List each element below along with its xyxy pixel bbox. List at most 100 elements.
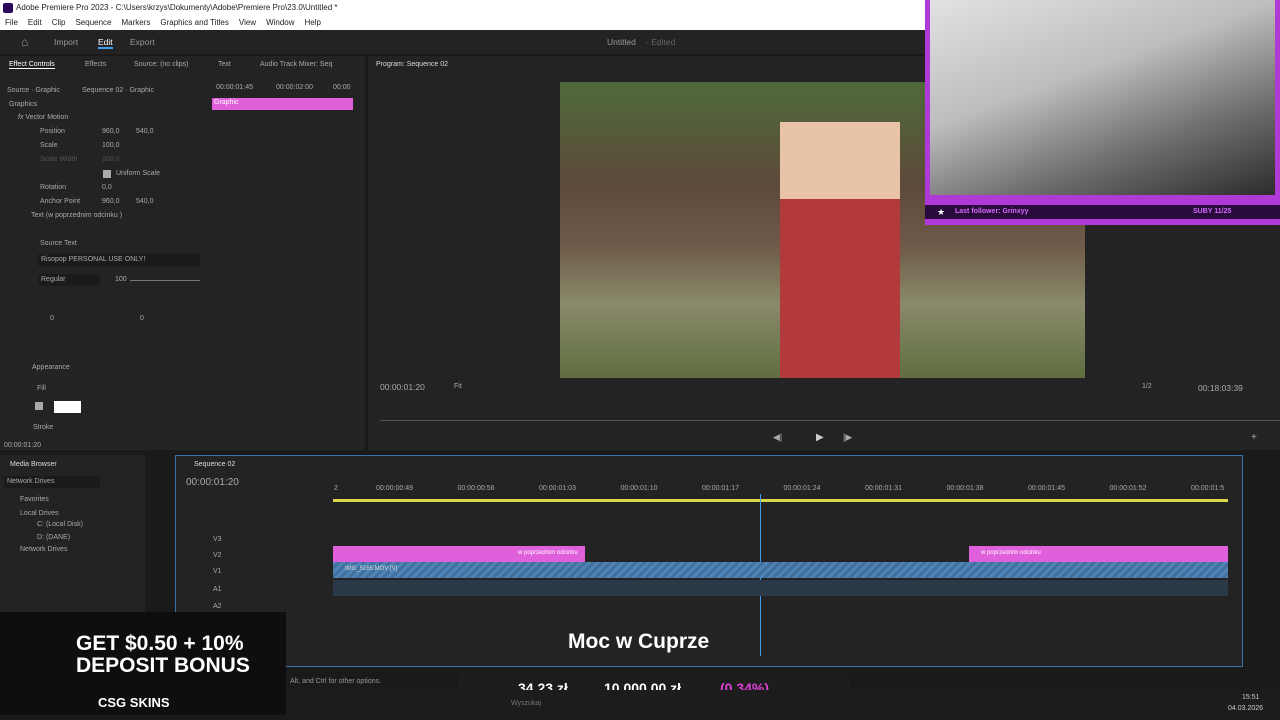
menu-file[interactable]: File xyxy=(5,16,18,30)
ec-graphic-clip[interactable]: Graphic xyxy=(212,98,353,110)
font-style-select[interactable]: Regular xyxy=(38,274,100,286)
ruler-tick: 00:00:01:31 xyxy=(865,485,902,492)
track-v2: V2 xyxy=(213,552,222,559)
ruler-tick: 00:00:01:03 xyxy=(539,485,576,492)
fill-label: Fill xyxy=(37,385,46,392)
ec-time-1: 00:00:01:45 xyxy=(216,84,253,91)
scale-value[interactable]: 100,0 xyxy=(102,142,120,149)
taskbar-time: 15:51 xyxy=(1242,694,1260,701)
time-ruler[interactable]: 00:00:00:49 00:00:00:56 00:00:01:03 00:00:0… xyxy=(376,485,1236,495)
kerning-value[interactable]: 0 xyxy=(50,315,54,322)
position-x[interactable]: 960,0 xyxy=(102,128,120,135)
ruler-tick: 00:00:01:17 xyxy=(702,485,739,492)
ad-line-2: DEPOSIT BONUS xyxy=(76,654,250,677)
track-a2: A2 xyxy=(213,603,222,610)
menu-sequence[interactable]: Sequence xyxy=(75,16,111,30)
position-y[interactable]: 540,0 xyxy=(136,128,154,135)
webcam-feed xyxy=(930,0,1275,195)
ruler-tick: 00:00:01:38 xyxy=(946,485,984,492)
media-item-local[interactable]: Local Drives xyxy=(20,510,59,517)
resolution-select[interactable]: 1/2 xyxy=(1142,383,1152,390)
home-icon[interactable]: ⌂ xyxy=(21,35,28,49)
caption-text: Moc w Cuprze xyxy=(568,630,710,653)
drive-select[interactable]: Network Drives xyxy=(4,476,100,488)
tab-text[interactable]: Text xyxy=(218,61,231,68)
menu-window[interactable]: Window xyxy=(266,16,294,30)
source-text-label: Source Text xyxy=(40,240,77,247)
position-label: Position xyxy=(40,128,65,135)
uniform-scale-checkbox[interactable] xyxy=(103,170,111,178)
timeline-title[interactable]: Sequence 02 xyxy=(194,461,235,468)
subs-count: SUBY 11/25 xyxy=(1193,208,1232,215)
menu-clip[interactable]: Clip xyxy=(52,16,66,30)
font-size-slider[interactable] xyxy=(130,280,200,281)
webcam-overlay: ★ Last follower: Grinxyy SUBY 11/25 xyxy=(925,0,1280,225)
menu-markers[interactable]: Markers xyxy=(122,16,151,30)
premiere-logo-icon xyxy=(3,3,13,13)
workspace-bar: ⌂ Import Edit Export Untitled - Edited xyxy=(0,30,925,54)
taskbar-date: 04.03.2026 xyxy=(1228,705,1264,712)
step-back-icon[interactable]: ◀| xyxy=(773,432,782,443)
timeline-timecode[interactable]: 00:00:01:20 xyxy=(186,477,239,488)
tab-import[interactable]: Import xyxy=(54,37,78,47)
play-icon[interactable]: ▶ xyxy=(816,432,824,443)
rotation-label: Rotation xyxy=(40,184,67,191)
ad-brand: CSG SKINS xyxy=(98,695,170,710)
menu-graphics[interactable]: Graphics and Titles xyxy=(160,16,228,30)
ruler-tick: 00:00:01:5 xyxy=(1191,485,1225,492)
star-icon: ★ xyxy=(937,207,946,217)
ruler-tick: 00:00:01:24 xyxy=(783,485,821,492)
media-item-favorites[interactable]: Favorites xyxy=(20,496,49,503)
graphics-section: Graphics xyxy=(9,101,38,108)
tab-media-browser[interactable]: Media Browser xyxy=(10,461,57,468)
program-timecode[interactable]: 00:00:01:20 xyxy=(380,382,425,392)
scale-label: Scale xyxy=(40,142,58,149)
tab-effects[interactable]: Effects xyxy=(85,61,106,68)
work-area-bar[interactable] xyxy=(333,499,1228,502)
font-select[interactable]: Risopop PERSONAL USE ONLY! xyxy=(38,254,200,266)
taskbar-search[interactable]: Wyszukaj xyxy=(511,700,541,707)
tab-source[interactable]: Source: (no clips) xyxy=(134,61,188,68)
taskbar: Wyszukaj 15:51 04.03.2026 xyxy=(286,690,1280,720)
stream-bar: ★ Last follower: Grinxyy SUBY 11/25 xyxy=(925,205,1280,219)
media-item-d[interactable]: D: (DANE) xyxy=(37,534,70,541)
tab-audio-mixer[interactable]: Audio Track Mixer: Seq xyxy=(260,61,332,68)
scale-width-label: Scale Width xyxy=(40,156,78,163)
menu-edit[interactable]: Edit xyxy=(28,16,42,30)
fill-checkbox[interactable] xyxy=(35,402,43,410)
sequence-label[interactable]: Sequence 02 · Graphic xyxy=(82,87,154,94)
fit-select[interactable]: Fit xyxy=(454,383,462,390)
media-item-c[interactable]: C: (Local Disk) xyxy=(37,521,83,528)
ruler-tick: 00:00:01:10 xyxy=(620,485,658,492)
font-size-value[interactable]: 100 xyxy=(115,276,127,283)
tracking-value[interactable]: 0 xyxy=(140,315,144,322)
rotation-value[interactable]: 0,0 xyxy=(102,184,112,191)
project-status: - Edited xyxy=(646,37,676,47)
audio-clip-a1[interactable] xyxy=(333,580,1228,596)
last-follower: Last follower: Grinxyy xyxy=(955,208,1029,215)
ad-line-1: GET $0.50 + 10% xyxy=(76,632,244,655)
add-button-icon[interactable]: + xyxy=(1251,432,1257,443)
ruler-tick: 00:00:00:49 xyxy=(376,485,413,492)
fill-color-swatch[interactable] xyxy=(54,401,81,413)
menu-view[interactable]: View xyxy=(239,16,256,30)
program-title[interactable]: Program: Sequence 02 xyxy=(376,61,448,68)
anchor-label: Anchor Point xyxy=(40,198,81,205)
text-layer-label: Text (w poprzednim odcinku ) xyxy=(31,212,123,219)
anchor-x[interactable]: 960,0 xyxy=(102,198,120,205)
graphic-clip-b[interactable]: w poprzednim odcinku xyxy=(969,546,1228,562)
tab-edit[interactable]: Edit xyxy=(98,37,113,49)
ec-time-3: 00:00 xyxy=(333,84,351,91)
step-forward-icon[interactable]: |▶ xyxy=(843,432,852,443)
media-item-network[interactable]: Network Drives xyxy=(20,546,67,553)
anchor-y[interactable]: 540,0 xyxy=(136,198,154,205)
program-scrubber[interactable] xyxy=(380,420,1280,421)
graphic-clip-a[interactable]: w poprzednim odcinku xyxy=(333,546,585,562)
ruler-tick: 00:00:00:56 xyxy=(457,485,495,492)
menu-help[interactable]: Help xyxy=(305,16,321,30)
uniform-scale-label: Uniform Scale xyxy=(116,170,160,177)
tab-effect-controls[interactable]: Effect Controls xyxy=(9,61,55,69)
ec-timecode[interactable]: 00:00:01:20 xyxy=(4,442,41,449)
video-clip-v1[interactable]: IMG_5165.MOV [V] xyxy=(333,562,1228,578)
tab-export[interactable]: Export xyxy=(130,37,155,47)
